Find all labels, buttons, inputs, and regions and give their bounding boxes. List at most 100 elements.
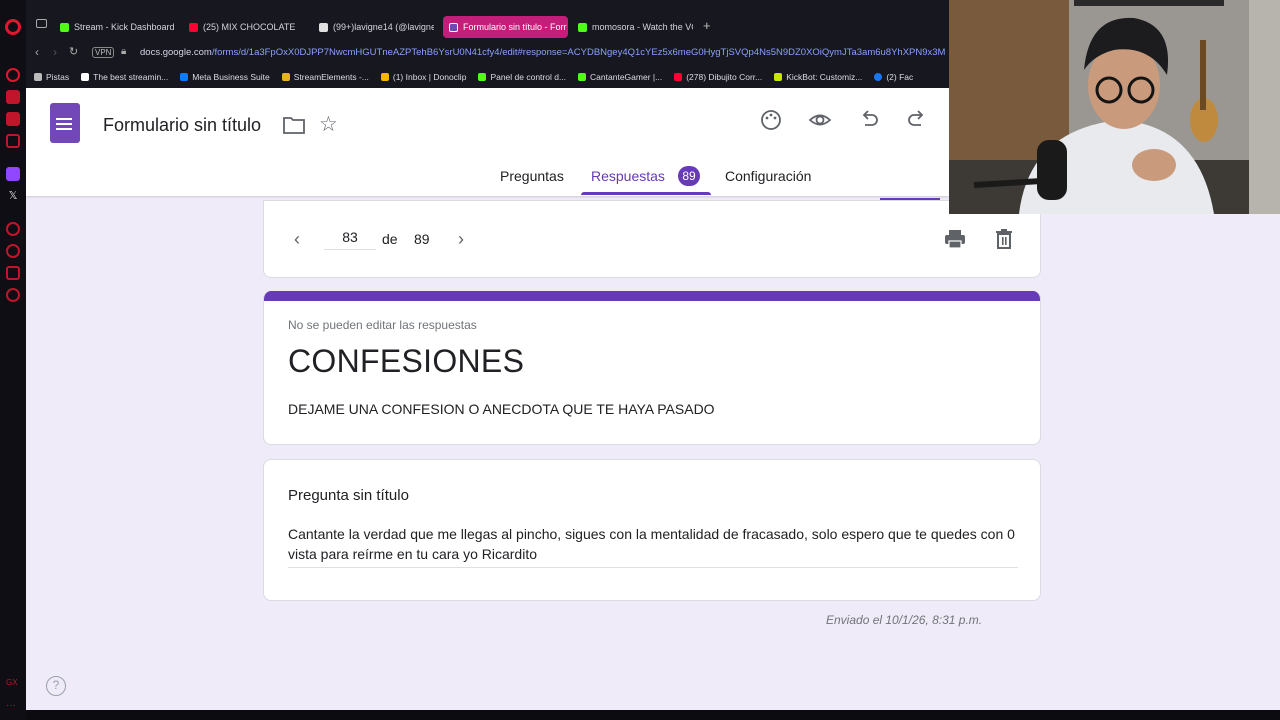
streamelements-icon: [281, 73, 290, 81]
bookmark[interactable]: KickBot: Customiz...: [774, 72, 862, 82]
bookmarks-bar: Pistas The best streamin... Meta Busines…: [26, 66, 949, 88]
previous-response-chevron-icon[interactable]: ‹: [294, 229, 300, 250]
messenger-icon[interactable]: [6, 112, 20, 126]
redo-icon[interactable]: [907, 109, 927, 131]
print-icon[interactable]: [944, 229, 966, 249]
url-path: /forms/d/1a3FpOxX0DJPP7NwcmHGUTneAZPTehB…: [211, 47, 945, 58]
sidebar-app-icon[interactable]: [6, 266, 20, 280]
tab-label: Formulario sin título - Forr: [463, 22, 567, 32]
tab-responses[interactable]: Respuestas: [591, 168, 665, 184]
form-title[interactable]: Formulario sin título: [103, 115, 261, 136]
tab-label: (25) MIX CHOCOLATE: [203, 22, 296, 32]
donoclip-icon: [380, 73, 389, 81]
url-field[interactable]: docs.google.com/forms/d/1a3FpOxX0DJPP7Nw…: [140, 47, 945, 58]
workspaces-icon[interactable]: [36, 19, 47, 28]
twitch-icon[interactable]: [6, 167, 20, 181]
opera-logo-icon[interactable]: [5, 19, 21, 35]
bookmark[interactable]: The best streamin...: [81, 72, 168, 82]
bookmark[interactable]: (1) Inbox | Donoclip: [380, 72, 467, 82]
more-icon[interactable]: ···: [6, 700, 20, 714]
webcam-overlay: [949, 0, 1280, 214]
meta-icon: [180, 73, 189, 81]
kick-icon: [578, 73, 587, 81]
taskbar-strip: [26, 710, 1280, 720]
address-bar: ‹ › ↻ VPN 🔒︎ docs.google.com/forms/d/1a3…: [26, 40, 949, 66]
youtube-icon: [189, 22, 198, 32]
new-tab-button[interactable]: +: [703, 18, 711, 33]
browser-tab[interactable]: (99+)lavigne14 (@lavigne: [319, 17, 434, 37]
undo-icon[interactable]: [859, 109, 879, 131]
tab-label: Stream - Kick Dashboard: [74, 22, 175, 32]
bookmark-favicon-icon: [81, 73, 90, 81]
browser-tab[interactable]: momosora - Watch the VO: [578, 17, 693, 37]
bookmark[interactable]: (278) Dibujito Corr...: [674, 72, 762, 82]
bookmark-label: Meta Business Suite: [192, 72, 270, 82]
kick-icon: [578, 22, 587, 32]
streamer-webcam-image: [949, 0, 1280, 214]
bookmark[interactable]: (2) Fac: [874, 72, 913, 82]
reload-icon[interactable]: ↻: [69, 45, 78, 58]
delete-trash-icon[interactable]: [994, 228, 1014, 250]
form-description: DEJAME UNA CONFESION O ANECDOTA QUE TE H…: [288, 401, 715, 417]
response-pager: ‹ 83 de 89 ›: [263, 200, 1041, 278]
tab-settings[interactable]: Configuración: [725, 168, 811, 184]
folder-icon[interactable]: [283, 116, 305, 134]
palette-icon[interactable]: [760, 109, 782, 131]
preview-eye-icon[interactable]: [808, 109, 832, 131]
clock-icon[interactable]: [6, 244, 20, 258]
tab-label: momosora - Watch the VO: [592, 22, 693, 32]
bookmark-label: CantanteGamer |...: [590, 72, 663, 82]
gx-icon[interactable]: GX: [6, 678, 20, 692]
bookmark[interactable]: Pistas: [34, 72, 69, 82]
sidebar-app-icon[interactable]: [6, 222, 20, 236]
pager-of-label: de: [382, 231, 398, 247]
settings-icon[interactable]: [6, 288, 20, 302]
google-forms-logo-icon[interactable]: [50, 103, 80, 143]
star-icon[interactable]: ☆: [319, 114, 338, 135]
bookmark[interactable]: Meta Business Suite: [180, 72, 270, 82]
sidebar-app-icon[interactable]: [6, 134, 20, 148]
sidebar-app-icon[interactable]: [6, 90, 20, 104]
vpn-badge[interactable]: VPN: [92, 47, 115, 58]
bookmark[interactable]: StreamElements -...: [281, 72, 369, 82]
kickbot-icon: [774, 73, 783, 81]
responses-count-badge: 89: [678, 166, 700, 186]
kick-icon: [478, 73, 487, 81]
pager-total: 89: [414, 231, 430, 247]
url-domain: docs.google.com: [140, 47, 212, 58]
form-heading: CONFESIONES: [288, 343, 525, 379]
facebook-icon: [874, 73, 883, 81]
answer-text: Cantante la verdad que me llegas al pinc…: [288, 524, 1018, 568]
history-icon[interactable]: [6, 68, 20, 82]
next-response-chevron-icon[interactable]: ›: [458, 229, 464, 250]
bookmark[interactable]: CantanteGamer |...: [578, 72, 662, 82]
browser-tab[interactable]: (25) MIX CHOCOLATE: [189, 17, 304, 37]
bookmark-label: (1) Inbox | Donoclip: [392, 72, 467, 82]
bookmark[interactable]: Panel de control d...: [478, 72, 566, 82]
x-icon[interactable]: 𝕏: [6, 189, 20, 203]
help-icon[interactable]: ?: [46, 676, 66, 696]
google-forms-icon: [449, 22, 458, 32]
forms-header: Formulario sin título ☆ Preguntas Respue…: [26, 88, 949, 196]
tab-questions[interactable]: Preguntas: [500, 168, 564, 184]
form-header-card: No se pueden editar las respuestas CONFE…: [263, 291, 1041, 445]
browser-tab-active[interactable]: Formulario sin título - Forr: [443, 16, 568, 38]
tab-label: (99+)lavigne14 (@lavigne: [333, 22, 434, 32]
submitted-timestamp: Enviado el 10/1/26, 8:31 p.m.: [826, 613, 983, 627]
question-card: Pregunta sin título Cantante la verdad q…: [263, 459, 1041, 601]
bookmark-label: The best streamin...: [93, 72, 169, 82]
bookmark-label: Pistas: [46, 72, 70, 82]
bookmark-label: StreamElements -...: [293, 72, 369, 82]
tiktok-icon: [319, 22, 328, 32]
form-tabs: Preguntas Respuestas 89 Configuración: [26, 158, 949, 196]
response-number-input[interactable]: 83: [324, 229, 376, 250]
bookmark-label: KickBot: Customiz...: [786, 72, 863, 82]
forward-icon[interactable]: ›: [53, 45, 57, 59]
question-title: Pregunta sin título: [288, 487, 409, 504]
back-icon[interactable]: ‹: [35, 45, 39, 59]
active-tab-indicator: [581, 192, 711, 195]
lock-icon[interactable]: 🔒︎: [121, 46, 126, 57]
browser-tab[interactable]: Stream - Kick Dashboard: [60, 17, 190, 37]
kick-icon: [60, 22, 69, 32]
browser-sidebar: 𝕏 GX ···: [0, 0, 26, 720]
